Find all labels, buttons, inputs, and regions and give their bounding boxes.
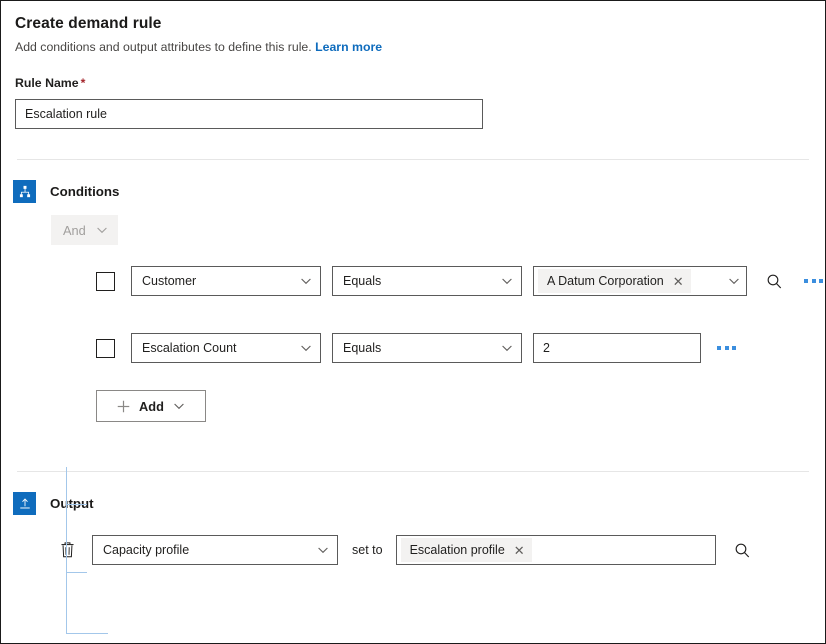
page-subtitle-text: Add conditions and output attributes to … <box>15 40 312 54</box>
condition-checkbox[interactable] <box>96 272 115 291</box>
condition-attribute-dropdown[interactable]: Customer <box>131 266 321 296</box>
rule-name-label-text: Rule Name <box>15 76 79 90</box>
selected-value-chip-label: A Datum Corporation <box>547 274 664 288</box>
search-value-button[interactable] <box>760 267 788 295</box>
required-asterisk: * <box>79 76 86 90</box>
tree-branch-line <box>66 504 87 505</box>
add-condition-label: Add <box>139 399 164 414</box>
condition-row: Escalation Count Equals 2 <box>96 333 825 363</box>
dot <box>804 279 808 283</box>
rule-name-label: Rule Name* <box>15 75 825 91</box>
remove-value-icon[interactable]: ✕ <box>673 275 684 288</box>
logic-operator-label: And <box>63 223 86 238</box>
condition-operator-value: Equals <box>343 274 501 288</box>
conditions-title: Conditions <box>50 184 119 199</box>
rule-name-field-block: Rule Name* <box>15 75 825 129</box>
set-to-label: set to <box>352 543 383 557</box>
export-icon <box>13 492 36 515</box>
condition-row: Customer Equals A Datum Corporation ✕ <box>96 266 825 296</box>
output-row: Capacity profile set to Escalation profi… <box>54 535 825 565</box>
condition-value-input[interactable]: 2 <box>533 333 701 363</box>
search-icon <box>734 542 751 559</box>
output-section-header: Output <box>1 472 825 515</box>
chevron-down-icon <box>300 342 312 354</box>
chevron-down-icon <box>317 544 329 556</box>
condition-operator-dropdown[interactable]: Equals <box>332 333 522 363</box>
condition-attribute-value: Escalation Count <box>142 341 300 355</box>
chevron-down-icon[interactable] <box>728 275 740 287</box>
dot <box>812 279 816 283</box>
chevron-down-icon <box>173 400 185 412</box>
conditions-area: And Customer Equals A D <box>1 215 825 422</box>
condition-attribute-dropdown[interactable]: Escalation Count <box>131 333 321 363</box>
dot <box>819 279 823 283</box>
plus-icon <box>117 400 130 413</box>
panel-header: Create demand rule Add conditions and ou… <box>1 1 825 56</box>
condition-attribute-value: Customer <box>142 274 300 288</box>
tree-branch-line <box>66 572 87 573</box>
trash-icon <box>59 541 76 559</box>
chevron-down-icon <box>96 224 108 236</box>
condition-more-options-button[interactable] <box>715 340 738 356</box>
tree-vertical-line <box>66 467 67 634</box>
condition-checkbox[interactable] <box>96 339 115 358</box>
conditions-section-header: Conditions <box>1 160 825 203</box>
dot <box>717 346 721 350</box>
dot <box>732 346 736 350</box>
tree-branch-line <box>66 633 108 634</box>
condition-more-options-button[interactable] <box>802 273 825 289</box>
selected-output-chip: Escalation profile ✕ <box>401 538 532 562</box>
chevron-down-icon <box>501 342 513 354</box>
selected-output-chip-label: Escalation profile <box>410 543 505 557</box>
create-demand-rule-panel: Create demand rule Add conditions and ou… <box>1 1 825 643</box>
output-attribute-value: Capacity profile <box>103 543 317 557</box>
remove-output-value-icon[interactable]: ✕ <box>514 544 525 557</box>
page-title: Create demand rule <box>15 14 825 34</box>
learn-more-link[interactable]: Learn more <box>315 40 382 54</box>
chevron-down-icon <box>300 275 312 287</box>
selected-value-chip: A Datum Corporation ✕ <box>538 269 691 293</box>
condition-operator-dropdown[interactable]: Equals <box>332 266 522 296</box>
search-output-value-button[interactable] <box>729 536 757 564</box>
search-icon <box>766 273 783 290</box>
condition-value-picker[interactable]: A Datum Corporation ✕ <box>533 266 747 296</box>
output-value-picker[interactable]: Escalation profile ✕ <box>396 535 716 565</box>
rule-name-input[interactable] <box>15 99 483 129</box>
condition-value-text: 2 <box>543 341 550 355</box>
chevron-down-icon <box>501 275 513 287</box>
condition-operator-value: Equals <box>343 341 501 355</box>
delete-output-button[interactable] <box>54 537 80 563</box>
page-subtitle: Add conditions and output attributes to … <box>15 38 825 56</box>
hierarchy-icon <box>13 180 36 203</box>
logic-operator-dropdown[interactable]: And <box>51 215 118 245</box>
dot <box>725 346 729 350</box>
output-attribute-dropdown[interactable]: Capacity profile <box>92 535 338 565</box>
add-condition-button[interactable]: Add <box>96 390 206 422</box>
